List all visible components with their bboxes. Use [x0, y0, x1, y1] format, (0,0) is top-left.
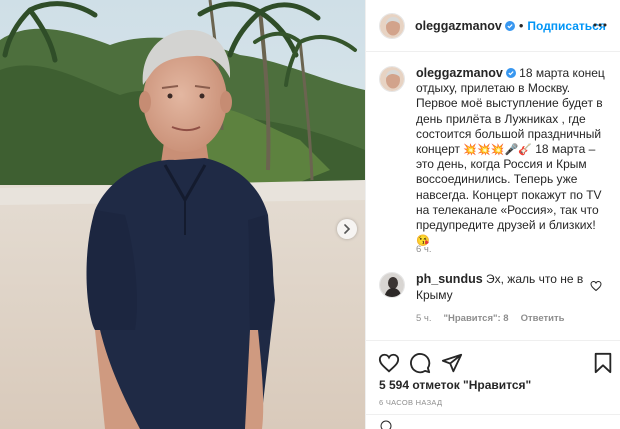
avatar-image	[380, 67, 404, 91]
caption-time[interactable]: 6 ч.	[416, 244, 432, 255]
post-photo[interactable]	[0, 0, 365, 429]
comment-meta: 5 ч. "Нравится": 8 Ответить	[416, 313, 565, 324]
verified-badge-icon	[504, 21, 515, 31]
chevron-right-icon	[344, 224, 351, 234]
avatar-image	[380, 273, 404, 297]
likes-count[interactable]: 5 594 отметок "Нравится"	[379, 378, 531, 392]
avatar[interactable]	[379, 12, 405, 39]
avatar-image	[380, 13, 404, 38]
caption-text: oleggazmanov 18 марта конец отдыху, прил…	[416, 66, 611, 248]
header-user: oleggazmanov • Подписаться	[415, 18, 606, 33]
reply-button[interactable]: Ответить	[521, 313, 565, 324]
commenter-avatar[interactable]	[379, 272, 405, 298]
next-photo-button[interactable]	[337, 219, 357, 239]
caption-avatar[interactable]	[379, 66, 405, 92]
commenter-username[interactable]: ph_sundus	[416, 272, 483, 286]
add-comment-bar[interactable]	[366, 414, 620, 429]
post-header: oleggazmanov • Подписаться	[366, 0, 620, 52]
posted-time[interactable]: 6 ЧАСОВ НАЗАД	[379, 398, 442, 407]
comment-row: ph_sundus Эх, жаль что не в Крыму	[379, 272, 611, 303]
more-options-icon[interactable]	[592, 17, 608, 33]
header-username[interactable]: oleggazmanov	[415, 19, 502, 33]
bookmark-icon[interactable]	[592, 352, 614, 374]
separator-dot: •	[518, 18, 524, 33]
post-sidebar: oleggazmanov • Подписаться oleggazmanov 18…	[365, 0, 620, 429]
caption: oleggazmanov 18 марта конец отдыху, прил…	[379, 66, 611, 248]
comment-text: ph_sundus Эх, жаль что не в Крыму	[416, 272, 586, 303]
smiley-icon[interactable]	[380, 420, 392, 429]
instagram-post-modal: oleggazmanov • Подписаться oleggazmanov 18…	[0, 0, 620, 429]
comment-bubble-icon[interactable]	[409, 352, 431, 374]
caption-emojis: 💥💥💥🎤🎸	[463, 144, 532, 157]
comment-likes[interactable]: "Нравится": 8	[444, 313, 509, 324]
heart-icon[interactable]	[590, 280, 602, 292]
verified-badge-icon	[505, 68, 516, 78]
post-image	[0, 0, 365, 429]
paper-plane-icon[interactable]	[441, 352, 463, 374]
heart-icon[interactable]	[378, 352, 400, 374]
caption-username[interactable]: oleggazmanov	[416, 66, 503, 80]
comment-time[interactable]: 5 ч.	[416, 313, 432, 324]
